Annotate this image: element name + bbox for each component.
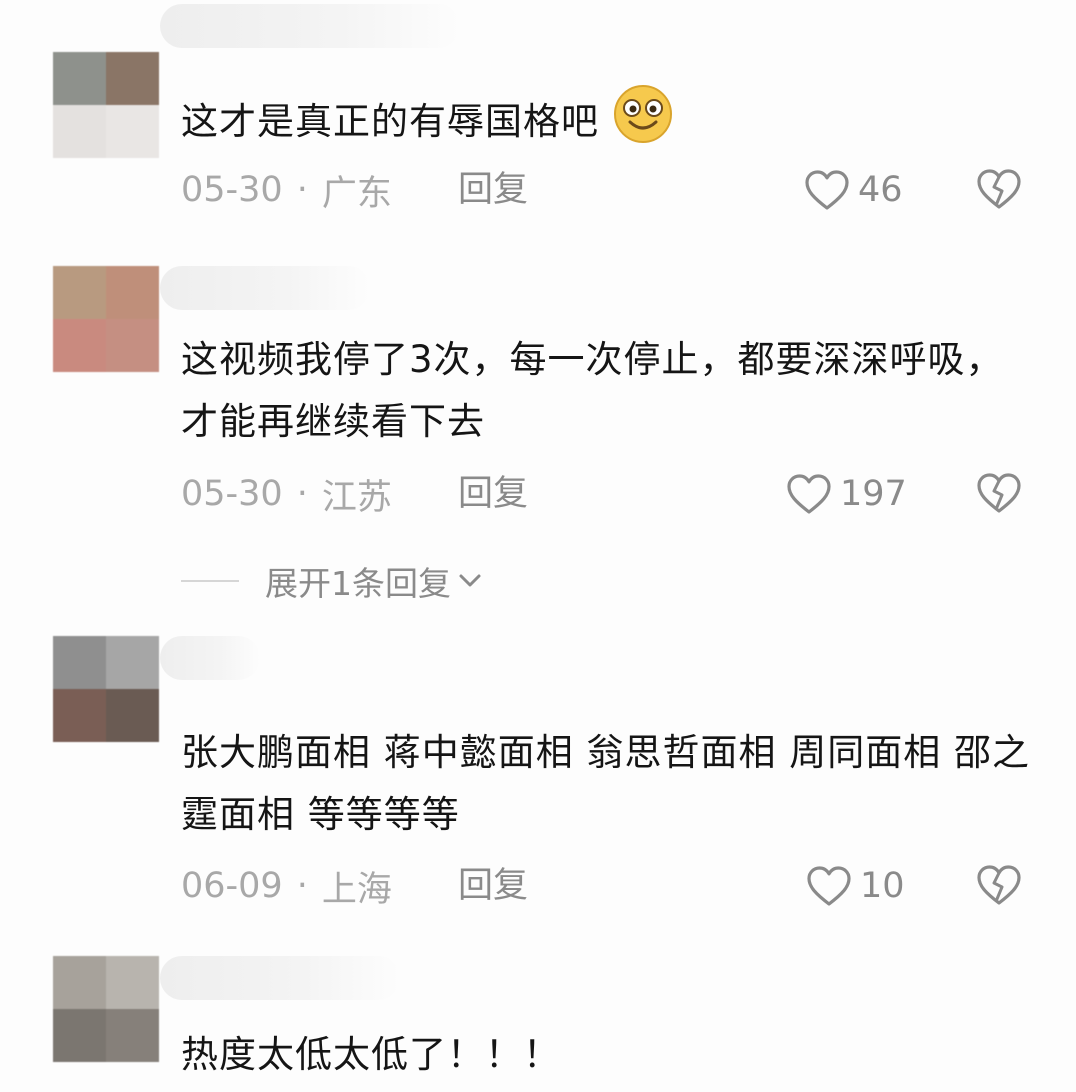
username-blurred[interactable] [160,4,460,48]
broken-heart-icon[interactable] [976,863,1022,907]
like-button[interactable]: 10 [806,861,905,911]
comment-meta: 06-09 · 上海 [181,861,392,911]
meta-separator: · [296,474,308,514]
username-blurred[interactable] [160,266,370,310]
avatar[interactable] [53,266,159,372]
heart-outline-icon [807,866,851,906]
username-blurred[interactable] [160,636,260,680]
chevron-down-icon [459,574,481,587]
comment-date: 05-30 [181,474,283,514]
meta-separator: · [296,170,308,210]
avatar[interactable] [53,52,159,158]
reply-button[interactable]: 回复 [458,861,528,911]
expand-replies-button[interactable]: 展开1条回复 [181,556,483,606]
comment-meta: 05-30 · 江苏 [181,469,392,519]
reply-button[interactable]: 回复 [458,165,528,215]
like-button[interactable]: 46 [804,165,903,215]
broken-heart-icon[interactable] [976,471,1022,515]
like-button[interactable]: 197 [786,469,907,519]
comment-location: 上海 [321,869,392,910]
comment-text: 张大鹏面相 蒋中懿面相 翁思哲面相 周同面相 邵之霆面相 等等等等 [181,731,1031,836]
meta-separator: · [296,866,308,906]
reply-button[interactable]: 回复 [458,469,528,519]
broken-heart-icon[interactable] [976,167,1022,211]
comment-date: 06-09 [181,866,283,906]
heart-outline-icon [787,474,831,514]
comment-text: 这视频我停了3次，每一次停止，都要深深呼吸，才能再继续看下去 [181,338,1004,443]
comment-location: 广东 [321,173,392,214]
avatar[interactable] [53,636,159,742]
avatar[interactable] [53,956,159,1062]
comment-text-content: 这才是真正的有辱国格吧 [181,100,599,143]
expand-divider-line [181,580,239,582]
comment-text: 热度太低太低了！！！ [181,1033,561,1076]
username-blurred[interactable] [160,956,400,1000]
comment-location: 江苏 [321,477,392,518]
heart-outline-icon [805,170,849,210]
smiling-face-emoji [612,84,674,163]
comment-meta: 05-30 · 广东 [181,165,392,215]
like-count: 10 [860,866,905,906]
like-count: 46 [858,170,903,210]
comment-date: 05-30 [181,170,283,210]
comment-text: 这才是真正的有辱国格吧 [181,84,1031,163]
expand-replies-label: 展开1条回复 [265,564,451,603]
like-count: 197 [840,474,907,514]
